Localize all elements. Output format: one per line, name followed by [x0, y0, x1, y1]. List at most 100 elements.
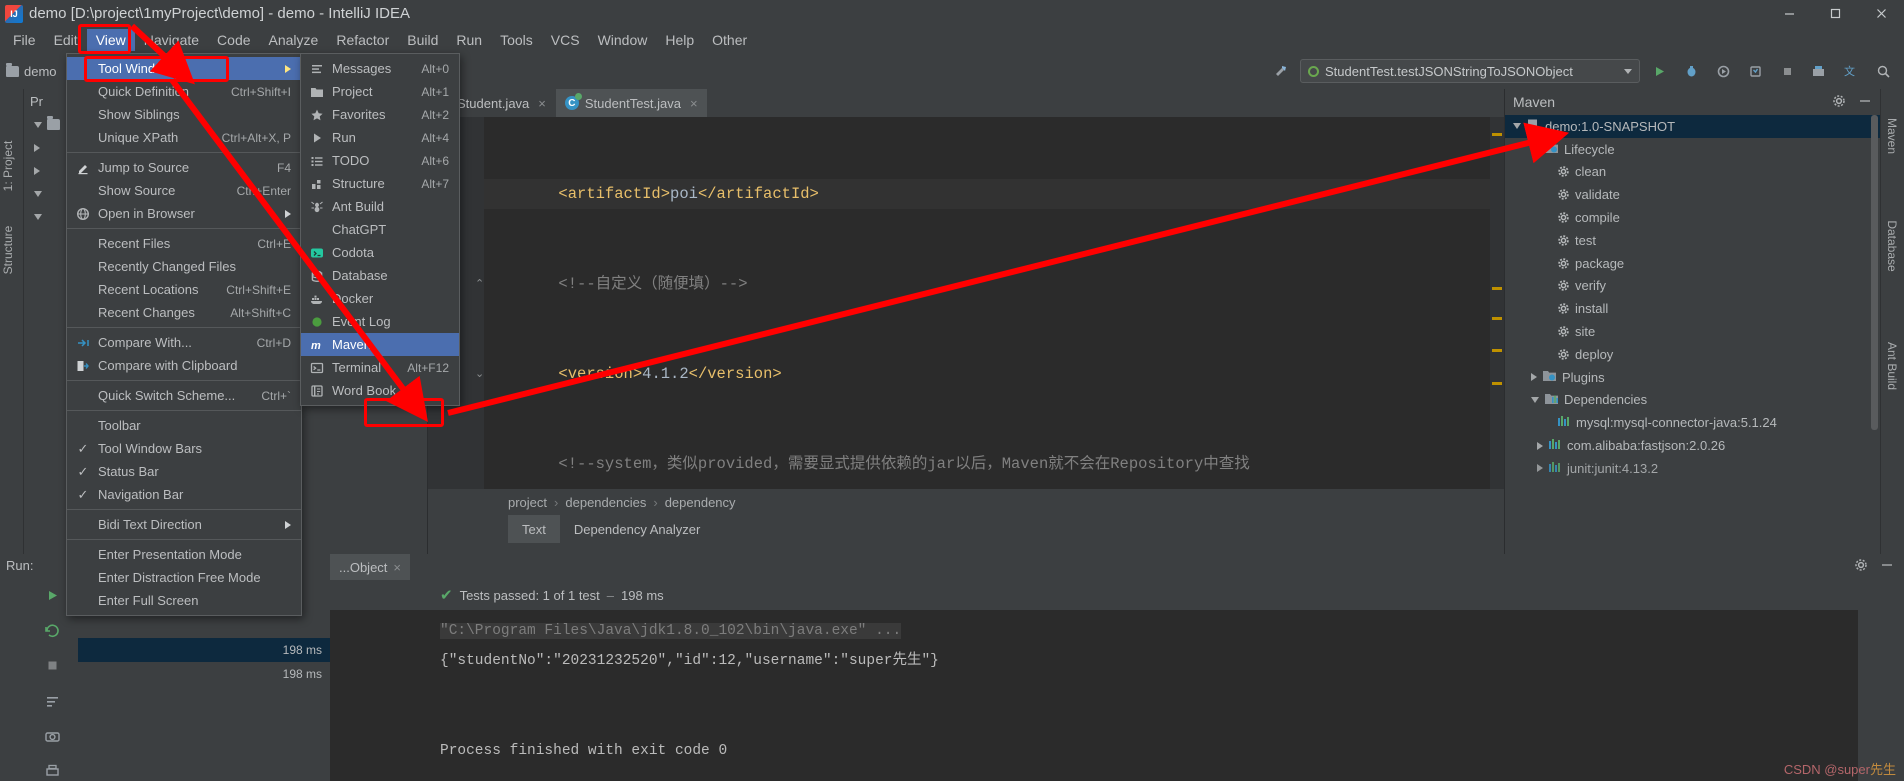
chevron-down-icon[interactable]: [1531, 146, 1539, 153]
menu-file[interactable]: File: [4, 29, 45, 51]
menu-vcs[interactable]: VCS: [542, 29, 589, 51]
sidebar-tab-ant-build[interactable]: Ant Build: [1885, 330, 1899, 402]
maven-dependency-mysql[interactable]: mysql:mysql-connector-java:5.1.24: [1505, 411, 1880, 434]
debug-icon[interactable]: [1678, 58, 1704, 84]
tw-item-terminal[interactable]: Terminal Alt+F12: [301, 356, 459, 379]
breadcrumb[interactable]: demo: [0, 62, 57, 79]
tw-item-ant-build[interactable]: Ant Build: [301, 195, 459, 218]
editor-text-area[interactable]: <artifactId>poi</artifactId> <!--自定义（随便填…: [484, 117, 1490, 489]
maven-goal-verify[interactable]: verify: [1505, 275, 1880, 298]
menu-item-bidi-text-direction[interactable]: Bidi Text Direction: [67, 513, 301, 536]
maven-tree-row-plugins[interactable]: Plugins: [1505, 366, 1880, 389]
sidebar-tab-maven[interactable]: Maven: [1885, 100, 1899, 172]
minimize-icon[interactable]: [1880, 558, 1894, 577]
tab-dependency-analyzer[interactable]: Dependency Analyzer: [560, 515, 714, 543]
chevron-down-icon[interactable]: [1531, 396, 1539, 403]
run-icon[interactable]: [1646, 58, 1672, 84]
sidebar-tab-project[interactable]: 1: Project: [1, 132, 23, 200]
maven-goal-site[interactable]: site: [1505, 320, 1880, 343]
menu-item-show-siblings[interactable]: Show Siblings: [67, 103, 301, 126]
chevron-down-icon[interactable]: [1513, 123, 1521, 130]
maven-dependency-junit[interactable]: junit:junit:4.13.2: [1505, 457, 1880, 480]
menu-item-enter-distraction-free-mode[interactable]: Enter Distraction Free Mode: [67, 566, 301, 589]
menu-help[interactable]: Help: [656, 29, 703, 51]
menu-item-tool-window-bars[interactable]: ✓ Tool Window Bars: [67, 437, 301, 460]
chevron-right-icon[interactable]: [1531, 373, 1537, 382]
menu-item-quick-definition[interactable]: Quick Definition Ctrl+Shift+I: [67, 80, 301, 103]
menu-item-show-source[interactable]: Show Source Ctrl+Enter: [67, 179, 301, 202]
code-editor[interactable]: ⌃ ⌄ <artifactId>poi</artifactId> <!--自定义…: [428, 117, 1504, 489]
fold-marker-icon[interactable]: ⌃: [475, 277, 484, 290]
sidebar-tab-structure[interactable]: Structure: [1, 216, 23, 284]
maximize-icon[interactable]: [1812, 0, 1858, 27]
menu-navigate[interactable]: Navigate: [135, 29, 208, 51]
menu-edit[interactable]: Edit: [45, 29, 87, 51]
settings-gear-icon[interactable]: [1854, 558, 1868, 577]
menu-refactor[interactable]: Refactor: [327, 29, 398, 51]
menu-item-compare-with[interactable]: Compare With... Ctrl+D: [67, 331, 301, 354]
tw-item-project[interactable]: Project Alt+1: [301, 80, 459, 103]
tw-item-todo[interactable]: TODO Alt+6: [301, 149, 459, 172]
sidebar-tab-database[interactable]: Database: [1885, 210, 1899, 282]
maven-tree-row-project[interactable]: m demo:1.0-SNAPSHOT: [1505, 115, 1880, 138]
maven-goal-install[interactable]: install: [1505, 297, 1880, 320]
menu-item-quick-switch-scheme[interactable]: Quick Switch Scheme... Ctrl+`: [67, 384, 301, 407]
run-with-coverage-icon[interactable]: [1710, 58, 1736, 84]
maven-goal-compile[interactable]: compile: [1505, 206, 1880, 229]
tab-text[interactable]: Text: [508, 515, 560, 543]
close-icon[interactable]: ×: [690, 96, 698, 111]
menu-item-tool-windows[interactable]: Tool Windows: [67, 57, 301, 80]
close-icon[interactable]: [1858, 0, 1904, 27]
test-tree-row[interactable]: 198 ms: [78, 638, 330, 662]
tw-item-structure[interactable]: Structure Alt+7: [301, 172, 459, 195]
minimize-icon[interactable]: [1858, 94, 1872, 111]
editor-breadcrumb[interactable]: project › dependencies › dependency: [428, 489, 1504, 515]
menu-item-recently-changed-files[interactable]: Recently Changed Files: [67, 255, 301, 278]
menu-code[interactable]: Code: [208, 29, 259, 51]
camera-icon[interactable]: [41, 727, 63, 746]
tw-item-codota[interactable]: Codota: [301, 241, 459, 264]
breadcrumb-dependency[interactable]: dependency: [665, 495, 736, 510]
menu-analyze[interactable]: Analyze: [260, 29, 328, 51]
console-output[interactable]: ✔ Tests passed: 1 of 1 test – 198 ms "C:…: [330, 580, 1858, 781]
menu-item-enter-full-screen[interactable]: Enter Full Screen: [67, 589, 301, 612]
build-hammer-icon[interactable]: [1268, 58, 1294, 84]
menu-view[interactable]: View: [86, 29, 135, 51]
tw-item-maven[interactable]: m Maven: [301, 333, 459, 356]
maven-tree-row-lifecycle[interactable]: Lifecycle: [1505, 138, 1880, 161]
run-configuration-selector[interactable]: StudentTest.testJSONStringToJSONObject: [1300, 59, 1640, 83]
editor-tab-studenttest[interactable]: C StudentTest.java ×: [555, 89, 708, 117]
maven-goal-package[interactable]: package: [1505, 252, 1880, 275]
menu-item-recent-changes[interactable]: Recent Changes Alt+Shift+C: [67, 301, 301, 324]
tw-item-docker[interactable]: Docker: [301, 287, 459, 310]
breadcrumb-project[interactable]: project: [508, 495, 547, 510]
menu-run[interactable]: Run: [447, 29, 491, 51]
tw-item-run[interactable]: Run Alt+4: [301, 126, 459, 149]
tw-item-event-log[interactable]: Event Log: [301, 310, 459, 333]
menu-tools[interactable]: Tools: [491, 29, 542, 51]
rerun-icon[interactable]: [41, 586, 63, 605]
maven-goal-validate[interactable]: validate: [1505, 183, 1880, 206]
menu-item-recent-files[interactable]: Recent Files Ctrl+E: [67, 232, 301, 255]
menu-item-jump-to-source[interactable]: Jump to Source F4: [67, 156, 301, 179]
menu-build[interactable]: Build: [398, 29, 447, 51]
stop-icon[interactable]: [1774, 58, 1800, 84]
minimize-icon[interactable]: [1766, 0, 1812, 27]
maven-dependency-fastjson[interactable]: com.alibaba:fastjson:2.0.26: [1505, 434, 1880, 457]
tw-item-word-book[interactable]: Word Book: [301, 379, 459, 402]
menu-item-toolbar[interactable]: Toolbar: [67, 414, 301, 437]
menu-other[interactable]: Other: [703, 29, 756, 51]
menu-item-status-bar[interactable]: ✓ Status Bar: [67, 460, 301, 483]
sort-icon[interactable]: [41, 692, 63, 711]
tw-item-messages[interactable]: Messages Alt+0: [301, 57, 459, 80]
breadcrumb-dependencies[interactable]: dependencies: [565, 495, 646, 510]
maven-goal-clean[interactable]: clean: [1505, 161, 1880, 184]
menu-item-recent-locations[interactable]: Recent Locations Ctrl+Shift+E: [67, 278, 301, 301]
search-icon[interactable]: [1870, 58, 1896, 84]
tw-item-database[interactable]: Database: [301, 264, 459, 287]
print-icon[interactable]: [41, 762, 63, 781]
chevron-right-icon[interactable]: [1537, 464, 1543, 473]
tw-item-favorites[interactable]: Favorites Alt+2: [301, 103, 459, 126]
maven-goal-test[interactable]: test: [1505, 229, 1880, 252]
close-icon[interactable]: ×: [538, 96, 546, 111]
